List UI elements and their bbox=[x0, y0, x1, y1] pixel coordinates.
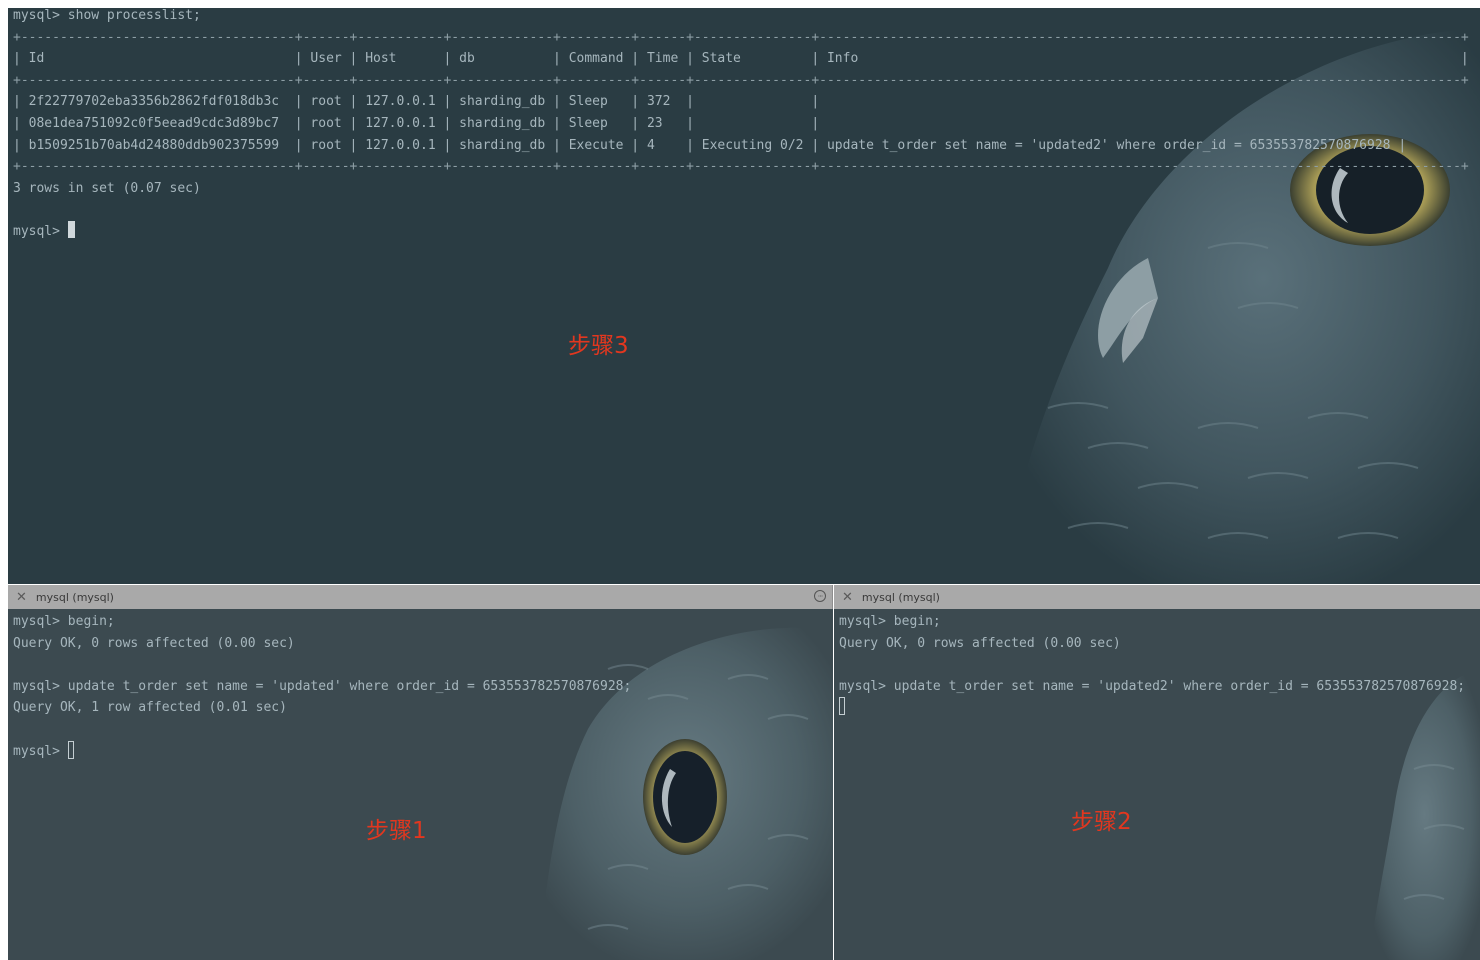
table-border: +-----------------------------------+---… bbox=[13, 29, 1469, 45]
prompt-line[interactable]: mysql> bbox=[13, 740, 631, 763]
more-options-icon[interactable]: ··· bbox=[814, 590, 826, 602]
tab-bar-right[interactable]: ✕ mysql (mysql) bbox=[834, 585, 1480, 609]
table-border: +-----------------------------------+---… bbox=[13, 159, 1469, 175]
terminal-line: Query OK, 1 row affected (0.01 sec) bbox=[13, 700, 287, 716]
session-output: mysql> begin; Query OK, 0 rows affected (… bbox=[13, 611, 631, 762]
terminal-line: Query OK, 0 rows affected (0.00 sec) bbox=[13, 635, 295, 651]
result-summary: 3 rows in set (0.07 sec) bbox=[13, 180, 201, 196]
table-header: | Id | User | Host | db | Command | Time… bbox=[13, 51, 1469, 67]
terminal-line: mysql> begin; bbox=[13, 614, 115, 629]
step-label: 步骤2 bbox=[1071, 809, 1132, 835]
terminal-pane-left[interactable]: mysql> begin; Query OK, 0 rows affected (… bbox=[8, 609, 833, 960]
terminal-line: mysql> update t_order set name = 'update… bbox=[839, 678, 1466, 694]
text-cursor bbox=[67, 220, 75, 238]
prompt: mysql> bbox=[13, 223, 68, 239]
text-cursor bbox=[67, 740, 74, 759]
command-line: mysql> show processlist; bbox=[13, 8, 201, 23]
step-label: 步骤3 bbox=[568, 333, 629, 359]
prompt-line[interactable]: mysql> bbox=[13, 220, 1469, 243]
terminal-pane-top[interactable]: mysql> show processlist; +---------------… bbox=[8, 8, 1480, 584]
processlist-output: mysql> show processlist; +---------------… bbox=[13, 8, 1469, 243]
table-row: | 2f22779702eba3356b2862fdf018db3c | roo… bbox=[13, 94, 1461, 110]
close-icon[interactable]: ✕ bbox=[16, 591, 27, 604]
close-icon[interactable]: ✕ bbox=[842, 591, 853, 604]
terminal-pane-right[interactable]: mysql> begin; Query OK, 0 rows affected (… bbox=[834, 609, 1480, 960]
table-row: | b1509251b70ab4d24880ddb902375599 | roo… bbox=[13, 137, 1407, 153]
prompt: mysql> bbox=[13, 743, 68, 759]
tab-title: mysql (mysql) bbox=[861, 590, 940, 604]
terminal-line: mysql> update t_order set name = 'update… bbox=[13, 678, 632, 694]
table-row: | 08e1dea751092c0f5eead9cdc3d89bc7 | roo… bbox=[13, 115, 1461, 131]
session-output: mysql> begin; Query OK, 0 rows affected (… bbox=[839, 611, 1465, 719]
terminal-line: Query OK, 0 rows affected (0.00 sec) bbox=[839, 635, 1121, 651]
tab-title: mysql (mysql) bbox=[35, 590, 114, 604]
text-cursor bbox=[839, 697, 845, 716]
step-label: 步骤1 bbox=[366, 818, 427, 844]
tab-bar-left[interactable]: ✕ mysql (mysql) ··· bbox=[8, 585, 833, 609]
table-border: +-----------------------------------+---… bbox=[13, 72, 1469, 88]
terminal-line: mysql> begin; bbox=[839, 614, 941, 629]
prompt-line[interactable] bbox=[839, 697, 1465, 719]
